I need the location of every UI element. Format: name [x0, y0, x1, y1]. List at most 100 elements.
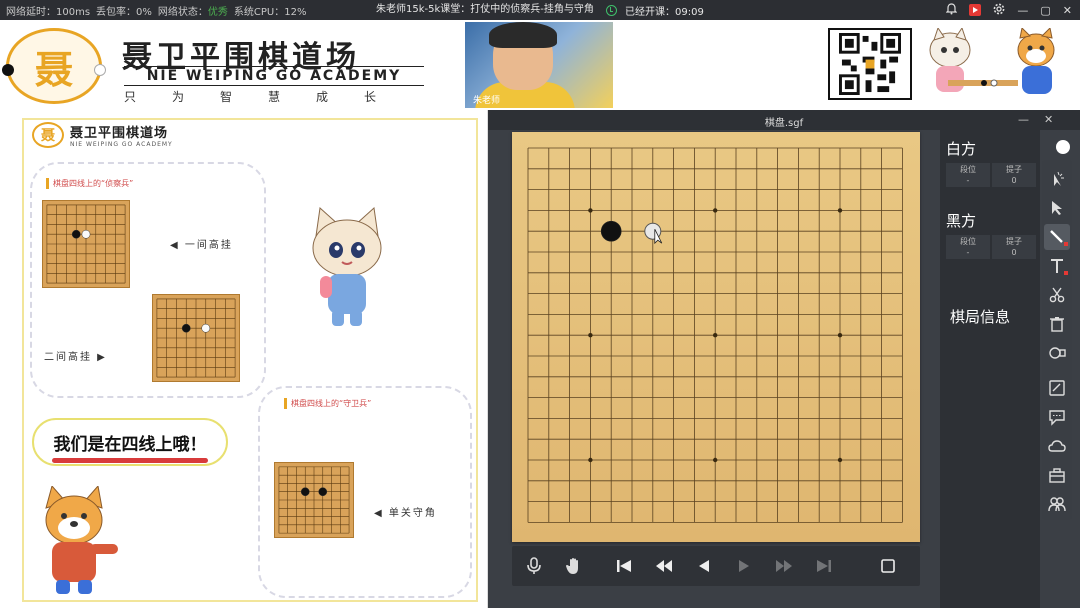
one-space-high-approach-board [42, 200, 130, 288]
first-move-button[interactable] [606, 550, 642, 582]
playback-controls [512, 546, 920, 586]
chat-icon [1049, 410, 1065, 426]
mini-board-svg [156, 298, 236, 378]
fast-back-button[interactable] [646, 550, 682, 582]
star-point [837, 208, 843, 213]
board-file-title: 棋盘.sgf [764, 118, 804, 129]
white-player-block: 白方 段位 - 提子 0 [946, 138, 1038, 187]
go-board[interactable] [512, 132, 920, 542]
laser-pointer-tool[interactable] [1044, 166, 1070, 192]
scout-section-title: 棋盘四线上的“侦察兵” [46, 178, 133, 189]
caption-single-jump: ◀ 单关守角 [374, 508, 437, 519]
toolbox-icon [1049, 468, 1065, 483]
rank-label: 段位 [960, 165, 976, 174]
black-stone [71, 229, 81, 239]
cpu-text: 系统CPU：12% [233, 6, 307, 18]
qr-code [828, 28, 912, 100]
hand-icon [566, 558, 578, 574]
star-point [588, 208, 593, 213]
star-point [837, 333, 843, 338]
white-player-name: 白方 [946, 140, 977, 158]
slide-brand-en: NIE WEIPING GO ACADEMY [70, 141, 173, 148]
mini-board-svg [46, 204, 126, 284]
last-move-button[interactable] [806, 550, 842, 582]
game-info-title[interactable]: 棋局信息 [950, 306, 1010, 327]
close-icon[interactable]: ✕ [1063, 4, 1072, 17]
cat-mascot-icon [312, 207, 382, 326]
students-tool[interactable] [1044, 491, 1070, 517]
shapes-icon [1049, 347, 1066, 359]
video-person-hair [489, 22, 557, 48]
trash-icon [1050, 317, 1064, 332]
logo-black-stone [2, 64, 14, 76]
game-side-panel: 白方 段位 - 提子 0 黑方 段位 - 提子 0 棋局信息 [940, 130, 1040, 608]
star-point [713, 208, 718, 213]
mascots-banner [914, 26, 1074, 102]
elapsed-text: 已经开课：09:09 [625, 6, 704, 18]
white-rank-stat: 段位 - [946, 163, 990, 187]
record-icon[interactable] [969, 4, 982, 16]
black-rank-stat: 段位 - [946, 235, 990, 259]
board-close-icon[interactable]: ✕ [1044, 113, 1053, 126]
cloud-icon [1048, 440, 1066, 452]
skip-first-icon [617, 560, 631, 572]
step-forward-button[interactable] [726, 550, 762, 582]
pen-tool[interactable] [1044, 224, 1070, 250]
stop-button[interactable] [870, 550, 906, 582]
callout-underline [52, 458, 208, 463]
step-back-icon [699, 560, 709, 572]
board-minimize-icon[interactable]: — [1018, 113, 1029, 126]
gear-icon[interactable] [993, 3, 1005, 18]
go-board-grid[interactable] [512, 132, 920, 542]
academy-logo: 聂 [6, 28, 102, 104]
white-captures-stat: 提子 0 [992, 163, 1036, 187]
black-stone [318, 487, 328, 497]
cursor-icon [1052, 201, 1062, 215]
cloud-tool[interactable] [1044, 433, 1070, 459]
fast-forward-button[interactable] [766, 550, 802, 582]
clock-icon [606, 4, 617, 16]
mini-board-svg [278, 466, 350, 534]
lesson-slide: 聂 聂卫平围棋道场 NIE WEIPING GO ACADEMY 棋盘四线上的“… [22, 118, 478, 602]
bell-icon[interactable] [945, 2, 958, 18]
delete-tool[interactable] [1044, 311, 1070, 337]
dog-mascot-icon [45, 486, 118, 594]
maximize-icon[interactable]: ▢ [1040, 4, 1050, 17]
white-stone [201, 323, 211, 333]
brand-name-en: NIE WEIPING GO ACADEMY [124, 66, 424, 86]
captures-value: 0 [1011, 248, 1017, 257]
latency-text: 网络延时：100ms [6, 6, 91, 18]
step-back-button[interactable] [686, 550, 722, 582]
captures-label: 提子 [1006, 237, 1022, 246]
slide-logo: 聂 [32, 122, 64, 148]
class-title: 朱老师15k-5k课堂：打仗中的侦察兵-挂角与守角 [376, 4, 594, 15]
network-status-value: 优秀 [207, 6, 228, 18]
rank-value: - [966, 176, 970, 185]
microphone-button[interactable] [516, 550, 552, 582]
minimize-icon[interactable]: — [1017, 4, 1028, 17]
step-forward-icon [739, 560, 749, 572]
toolbox-tool[interactable] [1044, 462, 1070, 488]
rank-label: 段位 [960, 237, 976, 246]
fast-forward-icon [776, 560, 792, 572]
select-tool[interactable] [1044, 195, 1070, 221]
slide-brand: 聂 聂卫平围棋道场 NIE WEIPING GO ACADEMY [32, 122, 173, 148]
black-stone [300, 487, 310, 497]
white-to-play-indicator [1056, 140, 1070, 154]
notes-tool[interactable] [1044, 375, 1070, 401]
users-icon [1048, 497, 1066, 512]
text-tool[interactable] [1044, 253, 1070, 279]
fast-back-icon [656, 560, 672, 572]
cut-tool[interactable] [1044, 282, 1070, 308]
shape-tool[interactable] [1044, 340, 1070, 366]
stop-square-icon [881, 559, 895, 573]
teacher-video[interactable]: 朱老师 [465, 22, 613, 108]
star-point [713, 457, 718, 463]
white-stone [81, 229, 91, 239]
rank-value: - [966, 248, 970, 257]
video-label: 朱老师 [473, 96, 501, 106]
go-board-window: 棋盘.sgf — ✕ 白方 段位 - 提子 0 黑方 段位 - 提子 0 棋局信… [488, 110, 1080, 608]
caption-one-space-approach: ◀ 一间高挂 [170, 240, 233, 251]
hand-raise-button[interactable] [556, 550, 592, 582]
chat-tool[interactable] [1044, 404, 1070, 430]
